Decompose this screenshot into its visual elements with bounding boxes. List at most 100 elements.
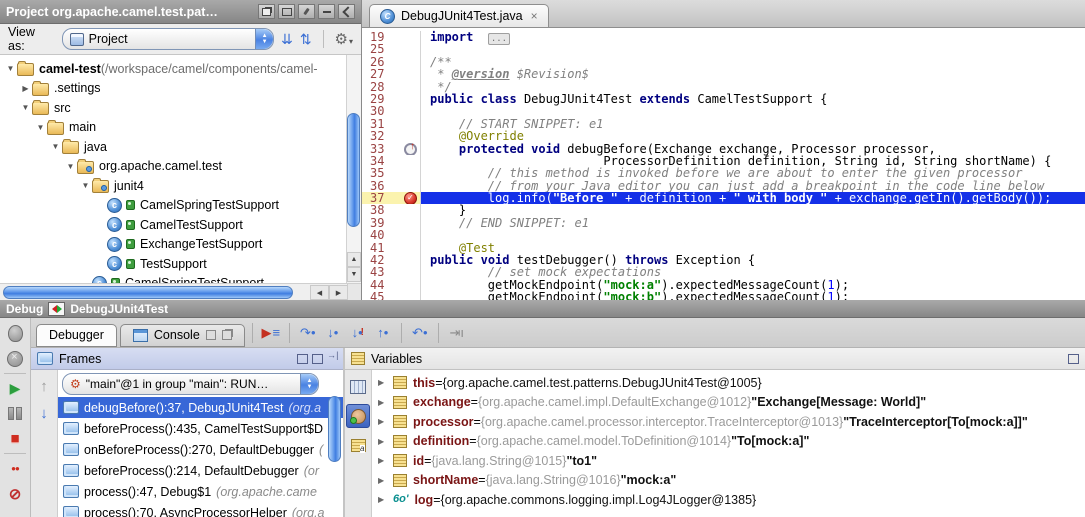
dock-window-icon[interactable] <box>278 4 295 19</box>
variable-row[interactable]: ▶id = {java.lang.String@1015}"to1" <box>372 451 1085 471</box>
rerun-debugger-icon[interactable] <box>0 321 30 346</box>
expand-icon[interactable]: ▶ <box>378 437 393 446</box>
run-to-cursor-icon[interactable]: ⇥ı <box>446 323 468 343</box>
tree-vertical-scrollbar[interactable]: ▲ ▼ <box>346 55 361 283</box>
tree-toggle-icon[interactable]: ▼ <box>19 103 32 112</box>
view-breakpoints-icon[interactable]: ●● <box>0 456 30 481</box>
code-line[interactable]: 37 log.info("Before " + definition + " w… <box>362 192 1085 204</box>
variable-row[interactable]: ▶shortName = {java.lang.String@1016}"moc… <box>372 471 1085 491</box>
close-tab-icon[interactable]: × <box>531 9 538 23</box>
step-into-icon[interactable]: ↓• <box>322 323 344 343</box>
expand-icon[interactable]: ▶ <box>378 495 393 504</box>
variable-row[interactable]: ▶processor = {org.apache.camel.processor… <box>372 412 1085 432</box>
code-editor[interactable]: 19import ...2526/**27 * @version $Revisi… <box>362 28 1085 300</box>
float-tab-icon[interactable] <box>222 330 232 340</box>
close-debugger-icon[interactable] <box>0 346 30 371</box>
view-mode-dropdown[interactable]: Project ▲▼ <box>62 28 274 50</box>
expand-icon[interactable]: ▶ <box>378 476 393 485</box>
tree-item[interactable]: ExchangeTestSupport <box>0 235 361 255</box>
scroll-up-icon[interactable]: ▲ <box>347 252 361 267</box>
variable-row[interactable]: ▶exchange = {org.apache.camel.impl.Defau… <box>372 393 1085 413</box>
stack-frame-row[interactable]: process():47, Debug$1 (org.apache.came <box>58 481 343 502</box>
expand-icon[interactable]: ▶ <box>378 378 393 387</box>
tree-item[interactable]: ▼camel-test (/workspace/camel/components… <box>0 59 361 79</box>
previous-frame-icon[interactable]: ↑ <box>40 378 48 395</box>
tree-item[interactable]: ▼main <box>0 118 361 138</box>
stack-frame-row[interactable]: process():70, AsyncProcessorHelper (org.… <box>58 502 343 517</box>
float-panel-icon[interactable] <box>297 354 308 364</box>
step-over-icon[interactable]: ↷• <box>297 323 319 343</box>
stop-icon[interactable]: ■ <box>0 426 30 451</box>
tree-item[interactable]: CamelTestSupport <box>0 215 361 235</box>
expand-icon[interactable]: ▶ <box>378 398 393 407</box>
tab-console[interactable]: Console <box>120 324 245 347</box>
resume-program-icon[interactable]: ▶ <box>0 376 30 401</box>
tree-toggle-icon[interactable]: ▼ <box>34 123 47 132</box>
tree-item[interactable]: ▼java <box>0 137 361 157</box>
scroll-down-icon[interactable]: ▼ <box>347 267 361 282</box>
code-line[interactable]: 27 * @version $Revision$ <box>362 68 1085 80</box>
editor-tab[interactable]: DebugJUnit4Test.java × <box>369 4 549 27</box>
variable-row[interactable]: ▶log = {org.apache.commons.logging.impl.… <box>372 490 1085 510</box>
expand-icon[interactable]: ▶ <box>378 417 393 426</box>
override-gutter-icon[interactable] <box>404 143 417 156</box>
code-line[interactable]: 29public class DebugJUnit4Test extends C… <box>362 93 1085 105</box>
tab-debugger[interactable]: Debugger <box>36 324 117 347</box>
tree-toggle-icon[interactable]: ▼ <box>49 142 62 151</box>
tree-item[interactable]: TestSupport <box>0 254 361 274</box>
tree-item[interactable]: ▶.settings <box>0 79 361 99</box>
tree-item[interactable]: ▼org.apache.camel.test <box>0 157 361 177</box>
show-execution-point-icon[interactable]: ▶≡ <box>260 323 282 343</box>
float-panel-icon[interactable] <box>1068 354 1079 364</box>
tree-item[interactable]: ▼src <box>0 98 361 118</box>
tree-toggle-icon[interactable]: ▶ <box>19 84 32 93</box>
code-line[interactable]: 39 // END SNIPPET: e1 <box>362 217 1085 229</box>
tree-toggle-icon[interactable]: ▼ <box>79 181 92 190</box>
tree-item[interactable]: CamelSpringTestSupport <box>0 274 361 284</box>
tree-horizontal-scrollbar[interactable]: ◀ ▶ <box>0 283 361 300</box>
scrollbar-thumb[interactable] <box>347 113 360 227</box>
variable-row[interactable]: ▶definition = {org.apache.camel.model.To… <box>372 432 1085 452</box>
tree-item[interactable]: CamelSpringTestSupport <box>0 196 361 216</box>
pause-program-icon[interactable] <box>0 401 30 426</box>
variable-row[interactable]: ▶this = {org.apache.camel.test.patterns.… <box>372 373 1085 393</box>
code-line[interactable]: 25 <box>362 43 1085 55</box>
minimize-window-icon[interactable] <box>318 4 335 19</box>
tree-item[interactable]: ▼junit4 <box>0 176 361 196</box>
tree-toggle-icon[interactable]: ▼ <box>64 162 77 171</box>
step-out-icon[interactable]: ↑• <box>372 323 394 343</box>
pin-window-icon[interactable] <box>298 4 315 19</box>
code-line[interactable]: 45 getMockEndpoint("mock:b").expectedMes… <box>362 291 1085 300</box>
expand-all-icon[interactable]: ⇊ <box>281 31 293 48</box>
stack-frame-row[interactable]: debugBefore():37, DebugJUnit4Test (org.a <box>58 397 343 418</box>
dock-panel-icon[interactable] <box>327 355 337 363</box>
thread-selector-dropdown[interactable]: ⚙ "main"@1 in group "main": RUN… ▲▼ <box>62 373 319 395</box>
pin-tab-icon[interactable] <box>206 330 216 340</box>
code-line[interactable]: 19import ... <box>362 31 1085 43</box>
next-frame-icon[interactable]: ↓ <box>40 405 48 422</box>
stack-frame-row[interactable]: beforeProcess():214, DefaultDebugger (or <box>58 460 343 481</box>
mute-breakpoints-icon[interactable]: ⊘ <box>0 481 30 506</box>
tree-toggle-icon[interactable]: ▼ <box>4 64 17 73</box>
force-step-into-icon[interactable]: ↓• <box>347 323 369 343</box>
hide-window-icon[interactable] <box>338 4 355 19</box>
stack-frame-row[interactable]: onBeforeProcess():270, DefaultDebugger ( <box>58 439 343 460</box>
stack-frame-row[interactable]: beforeProcess():435, CamelTestSupport$D <box>58 418 343 439</box>
scroll-right-icon[interactable]: ▶ <box>329 285 348 300</box>
variables-list[interactable]: ▶this = {org.apache.camel.test.patterns.… <box>372 370 1085 517</box>
settings-gear-icon[interactable]: ⚙ <box>335 30 353 48</box>
evaluate-expression-icon[interactable] <box>347 376 369 398</box>
breakpoint-icon[interactable] <box>404 192 417 205</box>
scrollbar-thumb[interactable] <box>3 286 293 299</box>
drop-frame-icon[interactable]: ↶• <box>409 323 431 343</box>
project-tree[interactable]: ▼camel-test (/workspace/camel/components… <box>0 55 361 283</box>
frames-scrollbar-thumb[interactable] <box>328 396 341 462</box>
collapse-all-icon[interactable]: ⇅ <box>300 31 312 48</box>
float-window-icon[interactable] <box>258 4 275 19</box>
scroll-left-icon[interactable]: ◀ <box>310 285 329 300</box>
expand-icon[interactable]: ▶ <box>378 456 393 465</box>
frames-list[interactable]: ⚙ "main"@1 in group "main": RUN… ▲▼ debu… <box>58 370 343 517</box>
threads-view-icon[interactable] <box>346 404 370 428</box>
watches-icon[interactable] <box>347 434 369 456</box>
duplicate-panel-icon[interactable] <box>312 354 323 364</box>
